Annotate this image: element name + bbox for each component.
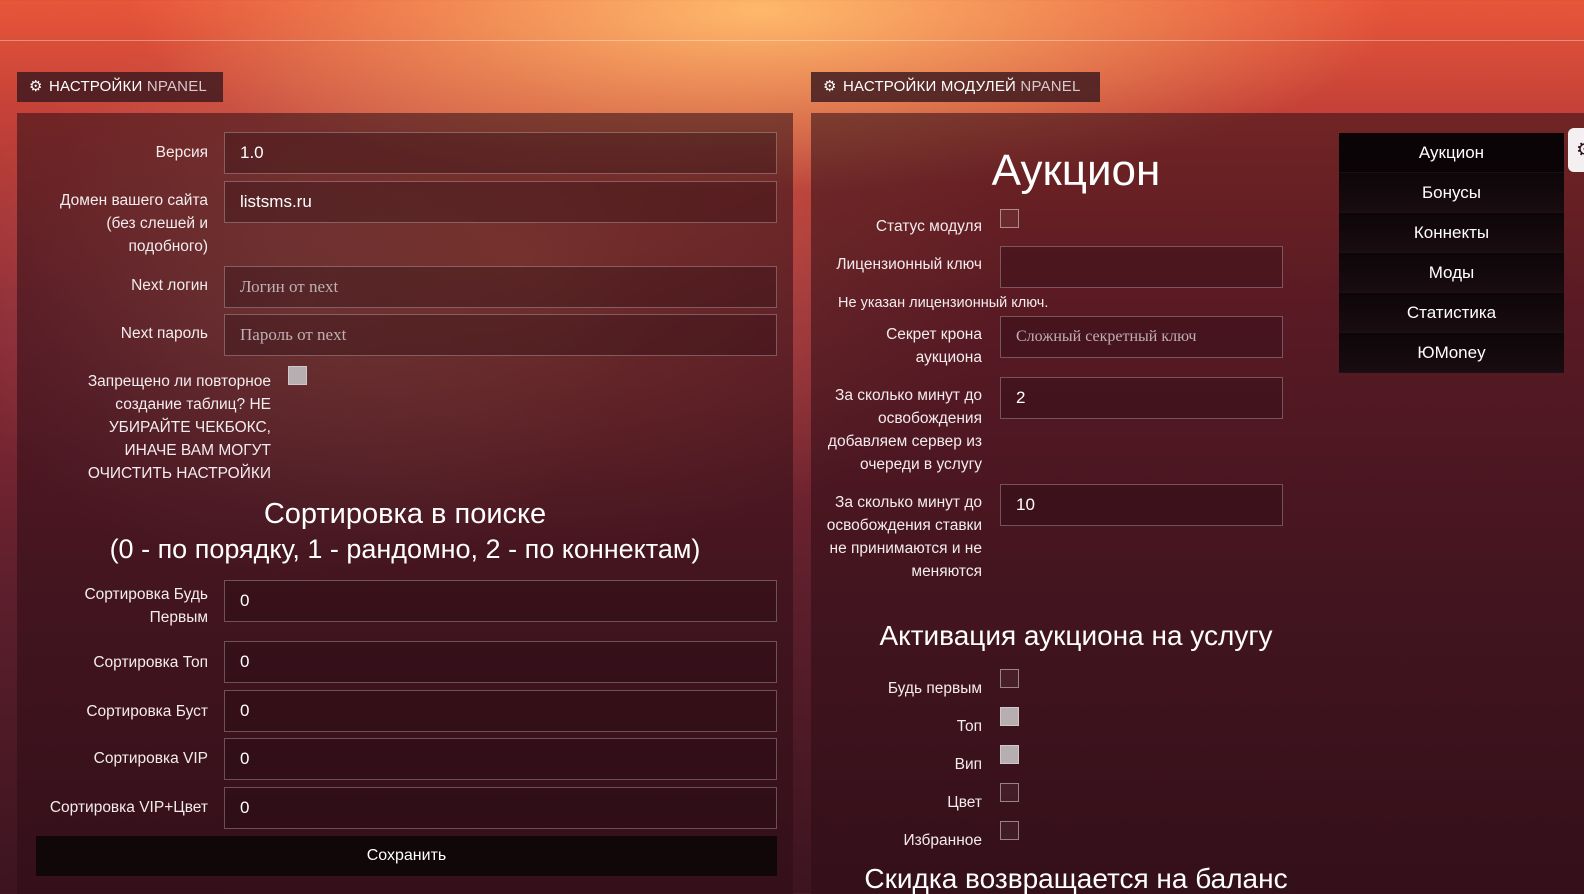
module-title: Аукцион	[991, 146, 1161, 195]
activation-heading: Активация аукциона на услугу	[879, 620, 1273, 651]
side-nav-item-auction[interactable]: Аукцион	[1339, 133, 1564, 173]
top-divider	[0, 40, 1584, 41]
side-nav-item-statistics[interactable]: Статистика	[1339, 293, 1564, 333]
module-status-label: Статус модуля	[875, 218, 982, 235]
sort-vip-color-input[interactable]: 0	[224, 787, 777, 829]
side-nav-item-bonuses[interactable]: Бонусы	[1339, 173, 1564, 213]
module-side-nav: Аукцион Бонусы Коннекты Моды Статистика …	[1339, 133, 1564, 373]
domain-input[interactable]: listsms.ru	[224, 181, 777, 223]
version-input[interactable]: 1.0	[224, 132, 777, 174]
option-color-checkbox[interactable]	[1000, 783, 1019, 802]
sort-be-first-input[interactable]: 0	[224, 580, 777, 622]
sort-heading: Сортировка в поиске	[263, 498, 547, 530]
save-button[interactable]: Сохранить	[36, 836, 777, 876]
settings-toggle-gear-icon[interactable]: ⚙	[1568, 128, 1584, 172]
module-status-checkbox[interactable]	[1000, 209, 1019, 228]
cron-secret-label: Секрет крона аукциона	[886, 326, 982, 366]
settings-panel-title: ⚙ НАСТРОЙКИ NPANEL	[17, 72, 223, 102]
next-login-label: Next логин	[131, 277, 208, 294]
license-warning: Не указан лицензионный ключ.	[838, 295, 1049, 311]
modules-title-text: НАСТРОЙКИ МОДУЛЕЙ	[843, 78, 1017, 95]
sort-vip-input[interactable]: 0	[224, 738, 777, 780]
cron-secret-input[interactable]: Сложный секретный ключ	[1000, 316, 1283, 358]
recreate-tables-label: Запрещено ли повторное создание таблиц? …	[87, 373, 271, 482]
option-favorite-checkbox[interactable]	[1000, 821, 1019, 840]
domain-label: Домен вашего сайта (без слешей и подобно…	[60, 192, 208, 255]
discount-heading: Скидка возвращается на баланс	[864, 863, 1288, 894]
version-label: Версия	[155, 144, 208, 161]
gear-icon: ⚙	[29, 78, 43, 95]
sort-vip-color-label: Сортировка VIP+Цвет	[49, 799, 208, 816]
option-vip-label: Вип	[954, 756, 982, 773]
next-password-input[interactable]: Пароль от next	[224, 314, 777, 356]
option-be-first-checkbox[interactable]	[1000, 669, 1019, 688]
minutes-bids-input[interactable]: 10	[1000, 484, 1283, 526]
next-login-input[interactable]: Логин от next	[224, 266, 777, 308]
recreate-tables-checkbox[interactable]	[288, 366, 307, 385]
side-nav-item-connects[interactable]: Коннекты	[1339, 213, 1564, 253]
sort-subheading: (0 - по порядку, 1 - рандомно, 2 - по ко…	[109, 534, 701, 564]
gear-icon: ⚙	[823, 78, 837, 95]
sort-be-first-label: Сортировка Будь Первым	[84, 586, 208, 626]
sort-top-input[interactable]: 0	[224, 641, 777, 683]
minutes-add-input[interactable]: 2	[1000, 377, 1283, 419]
minutes-add-label: За сколько минут до освобождения добавля…	[827, 387, 982, 473]
license-key-input[interactable]	[1000, 246, 1283, 288]
option-be-first-label: Будь первым	[887, 680, 982, 697]
option-top-label: Топ	[956, 718, 982, 735]
side-nav-item-mods[interactable]: Моды	[1339, 253, 1564, 293]
option-vip-checkbox[interactable]	[1000, 745, 1019, 764]
minutes-bids-label: За сколько минут до освобождения ставки …	[826, 494, 982, 580]
settings-title-suffix: NPANEL	[146, 78, 207, 95]
sort-boost-label: Сортировка Буст	[86, 703, 208, 720]
sort-boost-input[interactable]: 0	[224, 690, 777, 732]
sort-top-label: Сортировка Топ	[93, 654, 208, 671]
modules-panel-title: ⚙ НАСТРОЙКИ МОДУЛЕЙ NPANEL	[811, 72, 1100, 102]
side-nav-item-yumoney[interactable]: ЮMoney	[1339, 333, 1564, 373]
modules-title-suffix: NPANEL	[1020, 78, 1081, 95]
option-color-label: Цвет	[947, 794, 982, 811]
next-password-label: Next пароль	[120, 325, 208, 342]
license-key-label: Лицензионный ключ	[836, 256, 982, 273]
option-top-checkbox[interactable]	[1000, 707, 1019, 726]
settings-title-text: НАСТРОЙКИ	[49, 78, 143, 95]
option-favorite-label: Избранное	[903, 832, 982, 849]
sort-vip-label: Сортировка VIP	[93, 750, 208, 767]
